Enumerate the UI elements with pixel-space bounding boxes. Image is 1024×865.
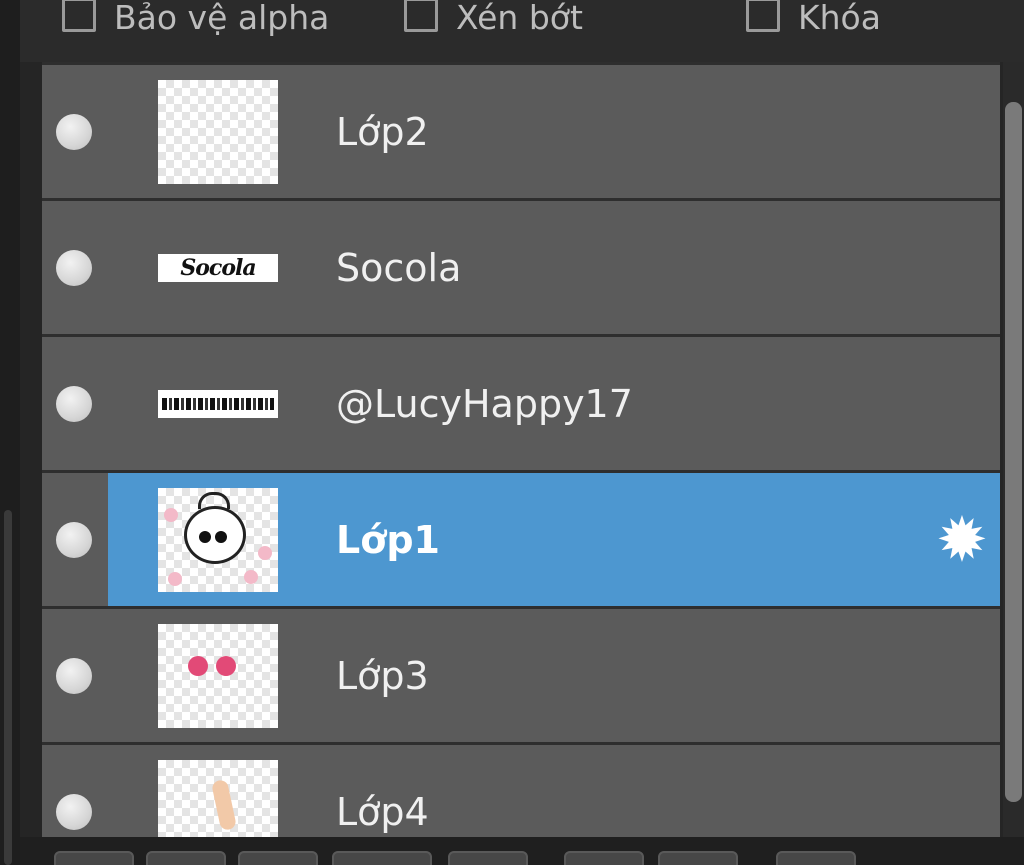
scrollbar-thumb[interactable] — [1005, 102, 1022, 802]
lock-option[interactable]: Khóa — [746, 0, 881, 40]
layers-panel: Bảo vệ alpha Xén bớt Khóa Lớp2 Socola So… — [0, 0, 1024, 865]
layer-thumbnail — [158, 487, 278, 592]
pink-flower — [258, 545, 272, 560]
visibility-toggle-icon[interactable] — [56, 385, 92, 422]
character-face — [184, 505, 246, 564]
pink-flower — [244, 569, 258, 584]
bottom-toolbar — [20, 837, 1024, 865]
toolbar-button[interactable] — [54, 851, 134, 865]
layer-row-lop4[interactable]: Lớp4 — [42, 742, 1000, 837]
layer-thumbnail — [158, 759, 278, 837]
eye — [199, 530, 211, 543]
layer-name: Lớp1 — [336, 517, 440, 562]
lock-label: Khóa — [798, 0, 881, 37]
visibility-toggle-icon[interactable] — [56, 793, 92, 830]
layer-row-lop1[interactable]: Lớp1 ✹ — [42, 470, 1000, 606]
thumbnail-text: Socola — [180, 254, 256, 281]
pink-flower — [164, 507, 178, 522]
visibility-toggle-icon[interactable] — [56, 113, 92, 150]
pink-flower — [168, 571, 182, 586]
toolbar-button[interactable] — [448, 851, 528, 865]
protect-alpha-option[interactable]: Bảo vệ alpha — [62, 0, 329, 40]
clipping-option[interactable]: Xén bớt — [404, 0, 583, 40]
toolbar-button[interactable] — [238, 851, 318, 865]
clipping-checkbox[interactable] — [404, 0, 438, 32]
layer-list: Lớp2 Socola Socola @LucyHappy17 Lớp1 ✹ L… — [42, 62, 1000, 837]
layer-thumbnail: Socola — [158, 253, 278, 282]
protect-alpha-checkbox[interactable] — [62, 0, 96, 32]
visibility-toggle-icon[interactable] — [56, 249, 92, 286]
pink-dot — [216, 655, 236, 676]
left-panel-edge — [0, 0, 20, 865]
protect-alpha-label: Bảo vệ alpha — [114, 0, 330, 37]
layer-options-row: Bảo vệ alpha Xén bớt Khóa — [20, 0, 1024, 62]
lock-checkbox[interactable] — [746, 0, 780, 32]
layer-name: Lớp2 — [336, 109, 429, 154]
layer-thumbnail — [158, 79, 278, 184]
thumbnail-scribble — [162, 397, 274, 410]
layer-thumbnail — [158, 389, 278, 418]
layer-row-lucyhappy17[interactable]: @LucyHappy17 — [42, 334, 1000, 470]
toolbar-button[interactable] — [564, 851, 644, 865]
toolbar-button[interactable] — [776, 851, 856, 865]
visibility-toggle-icon[interactable] — [56, 521, 92, 558]
toolbar-button[interactable] — [332, 851, 432, 865]
gear-icon[interactable]: ✹ — [936, 508, 988, 571]
layer-name: @LucyHappy17 — [336, 381, 633, 426]
layer-name: Lớp3 — [336, 653, 429, 698]
peach-stroke — [210, 778, 238, 831]
layer-row-lop3[interactable]: Lớp3 — [42, 606, 1000, 742]
toolbar-button[interactable] — [146, 851, 226, 865]
layer-name: Lớp4 — [336, 789, 429, 834]
toolbar-button[interactable] — [658, 851, 738, 865]
layer-row-socola[interactable]: Socola Socola — [42, 198, 1000, 334]
layer-name: Socola — [336, 245, 462, 290]
layer-row-lop2[interactable]: Lớp2 — [42, 62, 1000, 198]
eye — [215, 530, 227, 543]
left-scrollbar[interactable] — [4, 510, 12, 865]
layer-thumbnail — [158, 623, 278, 728]
right-scrollbar[interactable] — [1003, 62, 1024, 837]
visibility-toggle-icon[interactable] — [56, 657, 92, 694]
clipping-label: Xén bớt — [456, 0, 583, 37]
pink-dot — [188, 655, 208, 676]
